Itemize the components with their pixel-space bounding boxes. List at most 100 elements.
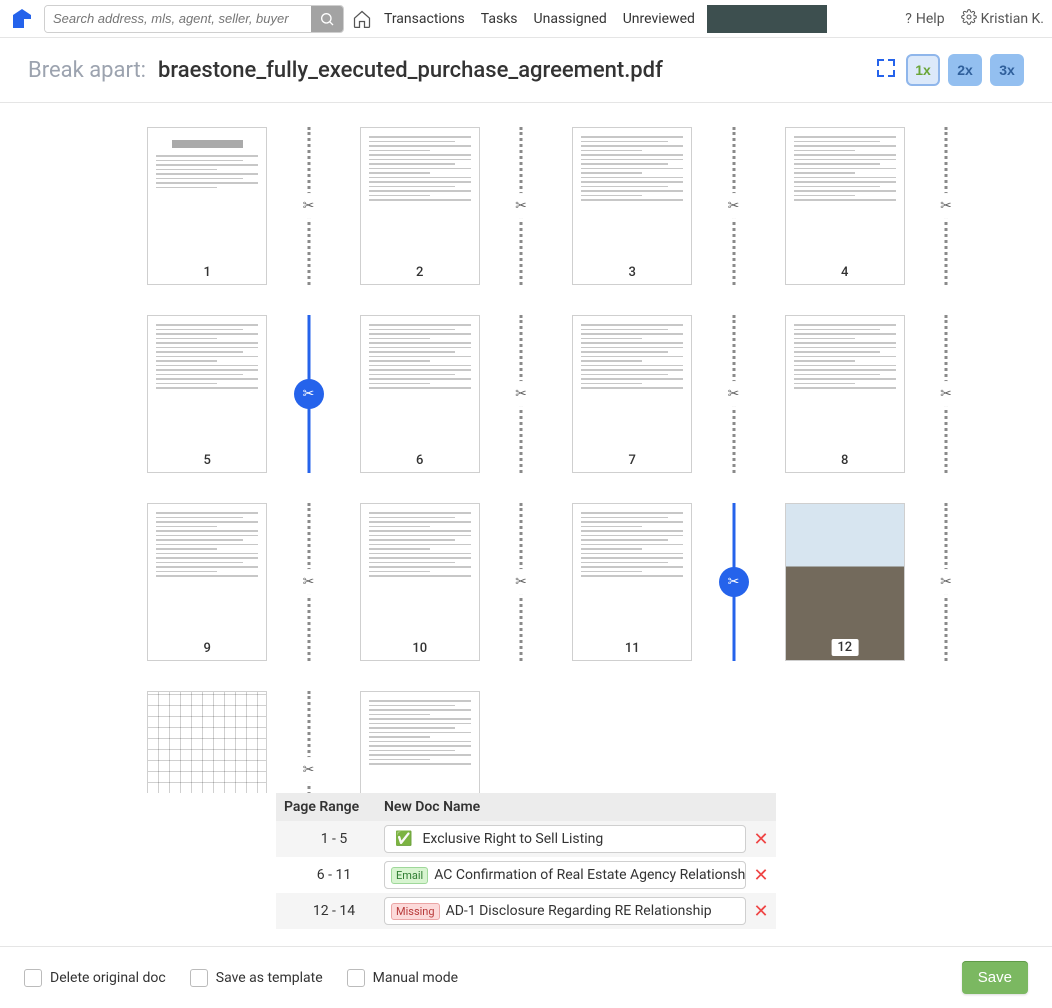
search-input-wrap bbox=[44, 5, 344, 33]
help-link[interactable]: ? Help bbox=[905, 11, 944, 27]
doc-name-input[interactable]: EmailAC Confirmation of Real Estate Agen… bbox=[384, 861, 746, 889]
title-row: Break apart: braestone_fully_executed_pu… bbox=[0, 38, 1052, 103]
page-cell: 7✂ bbox=[531, 315, 734, 473]
dark-redacted-area bbox=[707, 5, 827, 33]
user-label: Kristian K. bbox=[981, 11, 1044, 27]
app-logo[interactable] bbox=[8, 5, 36, 33]
delete-row-icon[interactable]: ✕ bbox=[746, 901, 776, 922]
page-number: 12 bbox=[831, 639, 858, 656]
page-number: 6 bbox=[410, 453, 429, 468]
save-template-label: Save as template bbox=[216, 970, 323, 986]
title-filename: braestone_fully_executed_purchase_agreem… bbox=[158, 58, 663, 83]
search-button[interactable] bbox=[311, 6, 343, 32]
save-button[interactable]: Save bbox=[962, 961, 1028, 994]
page-cell: 1✂ bbox=[106, 127, 309, 285]
page-number: 10 bbox=[406, 641, 433, 656]
footer: Delete original doc Save as template Man… bbox=[0, 946, 1052, 1008]
zoom-2x[interactable]: 2x bbox=[948, 54, 982, 86]
zoom-3x[interactable]: 3x bbox=[990, 54, 1024, 86]
page-number: 2 bbox=[410, 265, 429, 280]
page-thumbnail[interactable]: 2 bbox=[360, 127, 480, 285]
scissors-icon: ✂ bbox=[933, 193, 959, 219]
page-thumbnail[interactable]: 6 bbox=[360, 315, 480, 473]
thumbnail-grid: 1✂2✂3✂4✂5✂6✂7✂8✂9✂10✂11✂12✂13✂14 bbox=[106, 127, 946, 793]
delete-row-icon[interactable]: ✕ bbox=[746, 829, 776, 850]
table-head-range: Page Range bbox=[284, 799, 384, 815]
nav-tasks[interactable]: Tasks bbox=[477, 11, 522, 27]
page-thumbnail[interactable]: 3 bbox=[572, 127, 692, 285]
home-icon[interactable] bbox=[352, 9, 372, 29]
expand-icon[interactable] bbox=[874, 56, 898, 84]
page-number: 1 bbox=[198, 265, 217, 280]
page-cell: 8✂ bbox=[744, 315, 947, 473]
cut-handle[interactable]: ✂ bbox=[928, 503, 964, 661]
page-thumbnail[interactable]: 4 bbox=[785, 127, 905, 285]
row-range: 12 - 14 bbox=[284, 903, 384, 919]
status-badge: Missing bbox=[391, 903, 440, 920]
page-thumbnail[interactable]: 11 bbox=[572, 503, 692, 661]
delete-row-icon[interactable]: ✕ bbox=[746, 865, 776, 886]
zoom-1x[interactable]: 1x bbox=[906, 54, 940, 86]
manual-mode-label: Manual mode bbox=[373, 970, 458, 986]
table-head-name: New Doc Name bbox=[384, 799, 768, 815]
title-actions: 1x 2x 3x bbox=[874, 54, 1024, 86]
page-number: 11 bbox=[619, 641, 646, 656]
page-thumbnail[interactable]: 14 bbox=[360, 691, 480, 793]
page-thumbnail[interactable]: 12 bbox=[785, 503, 905, 661]
page-thumbnail[interactable]: 8 bbox=[785, 315, 905, 473]
page-thumbnail[interactable]: 9 bbox=[147, 503, 267, 661]
page-cell: 10✂ bbox=[319, 503, 522, 661]
page-cell: 13✂ bbox=[106, 691, 309, 793]
page-cell: 9✂ bbox=[106, 503, 309, 661]
page-thumbnail[interactable]: 10 bbox=[360, 503, 480, 661]
scissors-icon: ✂ bbox=[933, 569, 959, 595]
checkbox-icon bbox=[347, 969, 365, 987]
doc-name-text: AD-1 Disclosure Regarding RE Relationshi… bbox=[446, 903, 712, 919]
table-header: Page Range New Doc Name bbox=[276, 793, 776, 821]
doc-name-input[interactable]: Missing AD-1 Disclosure Regarding RE Rela… bbox=[384, 897, 746, 925]
page-thumbnail[interactable]: 5 bbox=[147, 315, 267, 473]
page-cell: 5✂ bbox=[106, 315, 309, 473]
delete-original-label: Delete original doc bbox=[50, 970, 166, 986]
row-range: 1 - 5 bbox=[284, 831, 384, 847]
nav-transactions[interactable]: Transactions bbox=[380, 11, 469, 27]
page-cell: 12✂ bbox=[744, 503, 947, 661]
cut-handle[interactable]: ✂ bbox=[928, 315, 964, 473]
page-thumbnail[interactable]: 1 bbox=[147, 127, 267, 285]
help-label: Help bbox=[916, 11, 945, 27]
page-thumbnail[interactable]: 13 bbox=[147, 691, 267, 793]
nav-unreviewed[interactable]: Unreviewed bbox=[619, 11, 699, 27]
checkbox-icon bbox=[190, 969, 208, 987]
checkbox-icon bbox=[24, 969, 42, 987]
search-input[interactable] bbox=[45, 6, 311, 32]
page-number: 4 bbox=[835, 265, 854, 280]
save-template-checkbox[interactable]: Save as template bbox=[190, 969, 323, 987]
gear-icon bbox=[961, 9, 977, 29]
page-cell: 2✂ bbox=[319, 127, 522, 285]
table-row: 1 - 5 ✅ Exclusive Right to Sell Listing ✕ bbox=[276, 821, 776, 857]
topbar: Transactions Tasks Unassigned Unreviewed… bbox=[0, 0, 1052, 38]
table-row: 6 - 11EmailAC Confirmation of Real Estat… bbox=[276, 857, 776, 893]
doc-name-text: Exclusive Right to Sell Listing bbox=[422, 831, 603, 847]
nav-unassigned[interactable]: Unassigned bbox=[530, 11, 611, 27]
doc-name-input[interactable]: ✅ Exclusive Right to Sell Listing bbox=[384, 825, 746, 853]
help-icon: ? bbox=[905, 11, 912, 27]
split-table: Page Range New Doc Name 1 - 5 ✅ Exclusive … bbox=[276, 793, 776, 929]
row-range: 6 - 11 bbox=[284, 867, 384, 883]
page-number: 8 bbox=[835, 453, 854, 468]
page-cell: 4✂ bbox=[744, 127, 947, 285]
page-number: 5 bbox=[198, 453, 217, 468]
title-prefix: Break apart: bbox=[28, 58, 146, 83]
page-thumbnail[interactable]: 7 bbox=[572, 315, 692, 473]
scissors-icon: ✂ bbox=[933, 381, 959, 407]
page-number: 3 bbox=[623, 265, 642, 280]
table-row: 12 - 14 Missing AD-1 Disclosure Regarding … bbox=[276, 893, 776, 929]
page-canvas: 1✂2✂3✂4✂5✂6✂7✂8✂9✂10✂11✂12✂13✂14 bbox=[0, 103, 1052, 793]
status-badge: ✅ bbox=[391, 830, 416, 848]
delete-original-checkbox[interactable]: Delete original doc bbox=[24, 969, 166, 987]
page-cell: 14 bbox=[319, 691, 522, 793]
user-menu[interactable]: Kristian K. bbox=[961, 9, 1044, 29]
cut-handle[interactable]: ✂ bbox=[928, 127, 964, 285]
manual-mode-checkbox[interactable]: Manual mode bbox=[347, 969, 458, 987]
page-cell: 11✂ bbox=[531, 503, 734, 661]
